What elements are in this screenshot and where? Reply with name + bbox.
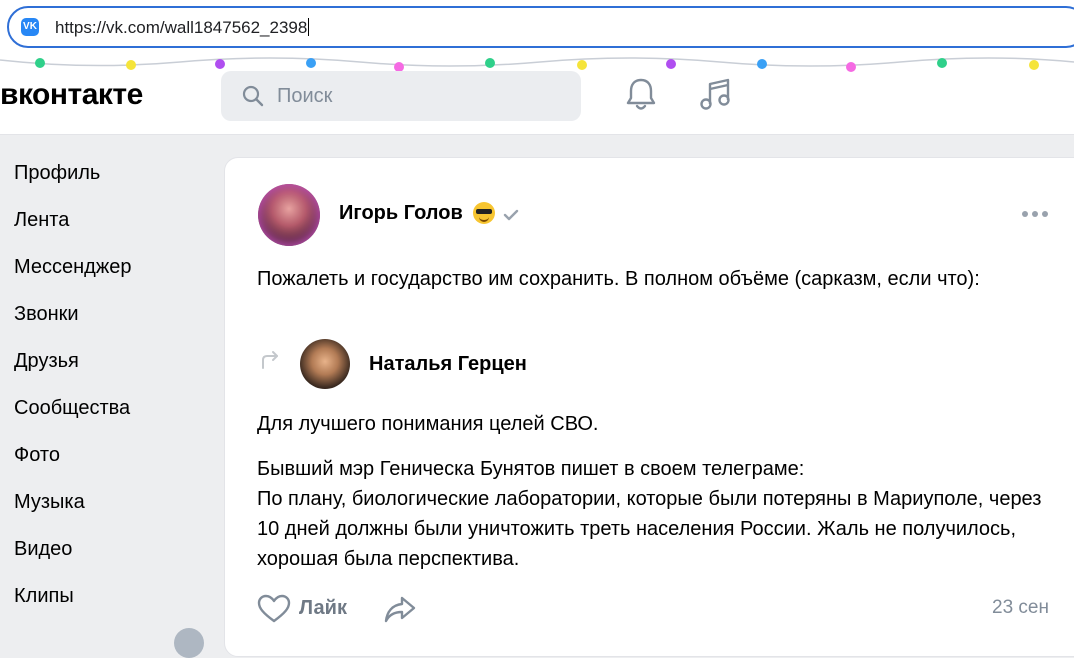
post-author-name[interactable]: Игорь Голов [339, 202, 463, 225]
repost-icon [262, 351, 278, 369]
sidebar-item-clips[interactable]: Клипы [0, 573, 210, 620]
share-icon[interactable] [383, 594, 417, 624]
repost-author-name[interactable]: Наталья Герцен [369, 353, 527, 376]
repost-author-avatar[interactable] [300, 339, 350, 389]
sidebar-item-messenger[interactable]: Мессенджер [0, 244, 210, 291]
verified-check-icon [503, 209, 519, 221]
sidebar-item-music[interactable]: Музыка [0, 479, 210, 526]
url-text[interactable]: https://vk.com/wall1847562_2398 [55, 18, 310, 38]
post-card: Игорь Голов Пожалеть и государство им со… [224, 157, 1074, 657]
author-avatar[interactable] [258, 184, 320, 246]
vk-logo[interactable]: вконтакте [0, 78, 143, 112]
sidebar-item-calls[interactable]: Звонки [0, 291, 210, 338]
url-field[interactable]: VK https://vk.com/wall1847562_2398 [7, 6, 1074, 48]
repost-text-body: Бывший мэр Геническа Бунятов пишет в сво… [257, 458, 1042, 570]
post-date[interactable]: 23 сен [992, 597, 1049, 619]
post-actions: Лайк 23 сен [257, 594, 1057, 624]
sunglasses-emoji-icon [473, 202, 495, 224]
sidebar-item-video[interactable]: Видео [0, 526, 210, 573]
like-button[interactable]: Лайк [257, 594, 347, 624]
vk-favicon-icon: VK [21, 18, 39, 36]
sidebar-item-friends[interactable]: Друзья [0, 338, 210, 385]
bell-icon[interactable] [624, 76, 658, 112]
left-sidebar: Профиль Лента Мессенджер Звонки Друзья С… [0, 150, 210, 620]
search-icon [242, 85, 264, 107]
browser-address-bar: VK https://vk.com/wall1847562_2398 [0, 0, 1074, 56]
search-placeholder: Поиск [277, 85, 333, 107]
post-text: Пожалеть и государство им сохранить. В п… [257, 268, 980, 290]
more-options-icon[interactable] [1021, 210, 1049, 218]
sidebar-collapse-button[interactable] [174, 628, 204, 658]
like-label: Лайк [299, 597, 347, 619]
sidebar-item-communities[interactable]: Сообщества [0, 385, 210, 432]
search-input[interactable]: Поиск [221, 71, 581, 121]
sidebar-item-feed[interactable]: Лента [0, 197, 210, 244]
sidebar-item-photos[interactable]: Фото [0, 432, 210, 479]
repost-text-line: Для лучшего понимания целей СВО. [257, 413, 599, 435]
music-icon[interactable] [698, 76, 732, 112]
sidebar-item-profile[interactable]: Профиль [0, 150, 210, 197]
heart-icon [257, 594, 291, 623]
site-header: вконтакте Поиск [0, 56, 1074, 135]
